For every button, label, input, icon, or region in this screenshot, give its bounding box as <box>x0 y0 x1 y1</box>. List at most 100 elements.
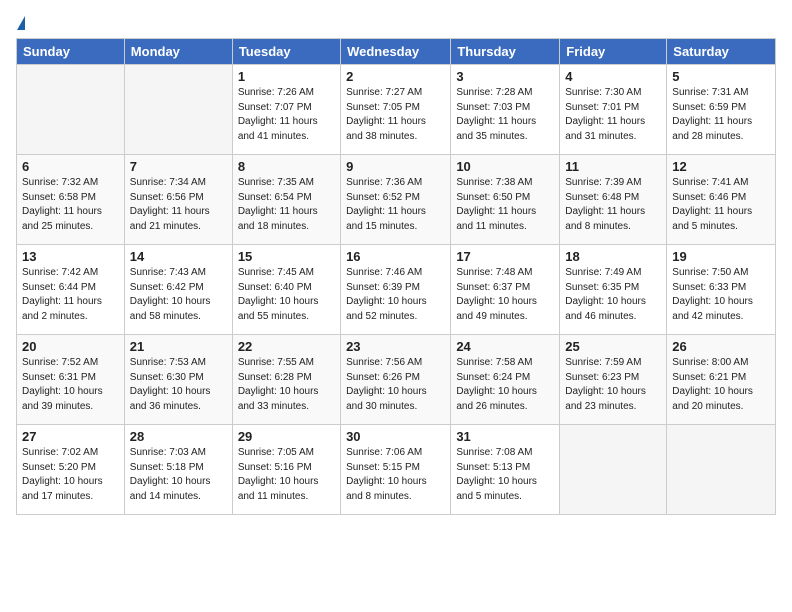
weekday-header-friday: Friday <box>560 39 667 65</box>
calendar-cell: 24 Sunrise: 7:58 AM Sunset: 6:24 PM Dayli… <box>451 335 560 425</box>
calendar-cell: 11Sunrise: 7:39 AM Sunset: 6:48 PM Dayli… <box>560 155 667 245</box>
calendar-cell: 12Sunrise: 7:41 AM Sunset: 6:46 PM Dayli… <box>667 155 776 245</box>
logo <box>16 16 25 28</box>
day-info: Sunrise: 7:03 AM Sunset: 5:18 PM Dayligh… <box>130 446 227 504</box>
day-number: 14 <box>130 249 227 264</box>
day-number: 10 <box>456 159 554 174</box>
calendar-cell: 7 Sunrise: 7:34 AM Sunset: 6:56 PM Daylig… <box>124 155 232 245</box>
calendar-cell <box>667 425 776 515</box>
day-info: Sunrise: 7:08 AM Sunset: 5:13 PM Dayligh… <box>456 446 554 504</box>
calendar-week-1: 1 Sunrise: 7:26 AM Sunset: 7:07 PM Daylig… <box>17 65 776 155</box>
day-number: 18 <box>565 249 661 264</box>
day-info: Sunrise: 7:31 AM Sunset: 6:59 PM Dayligh… <box>672 86 770 144</box>
day-number: 15 <box>238 249 335 264</box>
calendar-week-3: 13Sunrise: 7:42 AM Sunset: 6:44 PM Dayli… <box>17 245 776 335</box>
weekday-header-wednesday: Wednesday <box>341 39 451 65</box>
calendar-cell: 28 Sunrise: 7:03 AM Sunset: 5:18 PM Dayli… <box>124 425 232 515</box>
calendar-cell <box>560 425 667 515</box>
weekday-header-saturday: Saturday <box>667 39 776 65</box>
day-info: Sunrise: 7:49 AM Sunset: 6:35 PM Dayligh… <box>565 266 661 324</box>
calendar-cell <box>17 65 125 155</box>
day-number: 26 <box>672 339 770 354</box>
day-info: Sunrise: 7:32 AM Sunset: 6:58 PM Dayligh… <box>22 176 119 234</box>
day-info: Sunrise: 7:48 AM Sunset: 6:37 PM Dayligh… <box>456 266 554 324</box>
day-number: 20 <box>22 339 119 354</box>
calendar-cell: 2 Sunrise: 7:27 AM Sunset: 7:05 PM Daylig… <box>341 65 451 155</box>
calendar-cell: 22 Sunrise: 7:55 AM Sunset: 6:28 PM Dayli… <box>232 335 340 425</box>
calendar-cell: 27Sunrise: 7:02 AM Sunset: 5:20 PM Dayli… <box>17 425 125 515</box>
calendar-table: SundayMondayTuesdayWednesdayThursdayFrid… <box>16 38 776 515</box>
calendar-cell: 16 Sunrise: 7:46 AM Sunset: 6:39 PM Dayli… <box>341 245 451 335</box>
day-info: Sunrise: 7:53 AM Sunset: 6:30 PM Dayligh… <box>130 356 227 414</box>
day-info: Sunrise: 7:26 AM Sunset: 7:07 PM Dayligh… <box>238 86 335 144</box>
day-number: 13 <box>22 249 119 264</box>
calendar-week-4: 20 Sunrise: 7:52 AM Sunset: 6:31 PM Dayli… <box>17 335 776 425</box>
calendar-cell: 14 Sunrise: 7:43 AM Sunset: 6:42 PM Dayli… <box>124 245 232 335</box>
day-info: Sunrise: 7:55 AM Sunset: 6:28 PM Dayligh… <box>238 356 335 414</box>
calendar-cell: 8 Sunrise: 7:35 AM Sunset: 6:54 PM Daylig… <box>232 155 340 245</box>
calendar-cell: 6Sunrise: 7:32 AM Sunset: 6:58 PM Daylig… <box>17 155 125 245</box>
weekday-header-thursday: Thursday <box>451 39 560 65</box>
day-info: Sunrise: 7:39 AM Sunset: 6:48 PM Dayligh… <box>565 176 661 234</box>
day-info: Sunrise: 7:35 AM Sunset: 6:54 PM Dayligh… <box>238 176 335 234</box>
calendar-cell: 4Sunrise: 7:30 AM Sunset: 7:01 PM Daylig… <box>560 65 667 155</box>
day-number: 17 <box>456 249 554 264</box>
calendar-cell: 10 Sunrise: 7:38 AM Sunset: 6:50 PM Dayli… <box>451 155 560 245</box>
calendar-cell: 25Sunrise: 7:59 AM Sunset: 6:23 PM Dayli… <box>560 335 667 425</box>
calendar-cell: 26 Sunrise: 8:00 AM Sunset: 6:21 PM Dayli… <box>667 335 776 425</box>
day-info: Sunrise: 7:36 AM Sunset: 6:52 PM Dayligh… <box>346 176 445 234</box>
day-info: Sunrise: 8:00 AM Sunset: 6:21 PM Dayligh… <box>672 356 770 414</box>
weekday-header-row: SundayMondayTuesdayWednesdayThursdayFrid… <box>17 39 776 65</box>
weekday-header-sunday: Sunday <box>17 39 125 65</box>
calendar-cell: 30 Sunrise: 7:06 AM Sunset: 5:15 PM Dayli… <box>341 425 451 515</box>
day-number: 3 <box>456 69 554 84</box>
day-info: Sunrise: 7:59 AM Sunset: 6:23 PM Dayligh… <box>565 356 661 414</box>
day-number: 22 <box>238 339 335 354</box>
day-number: 23 <box>346 339 445 354</box>
day-number: 27 <box>22 429 119 444</box>
day-number: 24 <box>456 339 554 354</box>
day-number: 2 <box>346 69 445 84</box>
calendar-cell: 23Sunrise: 7:56 AM Sunset: 6:26 PM Dayli… <box>341 335 451 425</box>
day-number: 30 <box>346 429 445 444</box>
day-number: 19 <box>672 249 770 264</box>
day-info: Sunrise: 7:34 AM Sunset: 6:56 PM Dayligh… <box>130 176 227 234</box>
calendar-cell: 15Sunrise: 7:45 AM Sunset: 6:40 PM Dayli… <box>232 245 340 335</box>
day-info: Sunrise: 7:43 AM Sunset: 6:42 PM Dayligh… <box>130 266 227 324</box>
calendar-cell: 13Sunrise: 7:42 AM Sunset: 6:44 PM Dayli… <box>17 245 125 335</box>
calendar-week-5: 27Sunrise: 7:02 AM Sunset: 5:20 PM Dayli… <box>17 425 776 515</box>
calendar-cell: 18 Sunrise: 7:49 AM Sunset: 6:35 PM Dayli… <box>560 245 667 335</box>
calendar-cell: 1 Sunrise: 7:26 AM Sunset: 7:07 PM Daylig… <box>232 65 340 155</box>
calendar-cell: 5 Sunrise: 7:31 AM Sunset: 6:59 PM Daylig… <box>667 65 776 155</box>
day-info: Sunrise: 7:46 AM Sunset: 6:39 PM Dayligh… <box>346 266 445 324</box>
day-info: Sunrise: 7:27 AM Sunset: 7:05 PM Dayligh… <box>346 86 445 144</box>
day-info: Sunrise: 7:28 AM Sunset: 7:03 PM Dayligh… <box>456 86 554 144</box>
day-number: 16 <box>346 249 445 264</box>
day-number: 31 <box>456 429 554 444</box>
calendar-cell: 9 Sunrise: 7:36 AM Sunset: 6:52 PM Daylig… <box>341 155 451 245</box>
calendar-cell <box>124 65 232 155</box>
day-info: Sunrise: 7:58 AM Sunset: 6:24 PM Dayligh… <box>456 356 554 414</box>
calendar-cell: 19Sunrise: 7:50 AM Sunset: 6:33 PM Dayli… <box>667 245 776 335</box>
day-number: 7 <box>130 159 227 174</box>
calendar-cell: 21 Sunrise: 7:53 AM Sunset: 6:30 PM Dayli… <box>124 335 232 425</box>
day-number: 28 <box>130 429 227 444</box>
day-number: 1 <box>238 69 335 84</box>
calendar-cell: 31 Sunrise: 7:08 AM Sunset: 5:13 PM Dayli… <box>451 425 560 515</box>
day-info: Sunrise: 7:06 AM Sunset: 5:15 PM Dayligh… <box>346 446 445 504</box>
weekday-header-monday: Monday <box>124 39 232 65</box>
day-number: 21 <box>130 339 227 354</box>
calendar-week-2: 6Sunrise: 7:32 AM Sunset: 6:58 PM Daylig… <box>17 155 776 245</box>
page-header <box>16 16 776 28</box>
day-number: 4 <box>565 69 661 84</box>
calendar-cell: 3 Sunrise: 7:28 AM Sunset: 7:03 PM Daylig… <box>451 65 560 155</box>
calendar-cell: 17 Sunrise: 7:48 AM Sunset: 6:37 PM Dayli… <box>451 245 560 335</box>
day-info: Sunrise: 7:41 AM Sunset: 6:46 PM Dayligh… <box>672 176 770 234</box>
day-number: 8 <box>238 159 335 174</box>
day-info: Sunrise: 7:05 AM Sunset: 5:16 PM Dayligh… <box>238 446 335 504</box>
day-number: 9 <box>346 159 445 174</box>
calendar-cell: 20 Sunrise: 7:52 AM Sunset: 6:31 PM Dayli… <box>17 335 125 425</box>
day-number: 5 <box>672 69 770 84</box>
day-info: Sunrise: 7:38 AM Sunset: 6:50 PM Dayligh… <box>456 176 554 234</box>
day-info: Sunrise: 7:52 AM Sunset: 6:31 PM Dayligh… <box>22 356 119 414</box>
